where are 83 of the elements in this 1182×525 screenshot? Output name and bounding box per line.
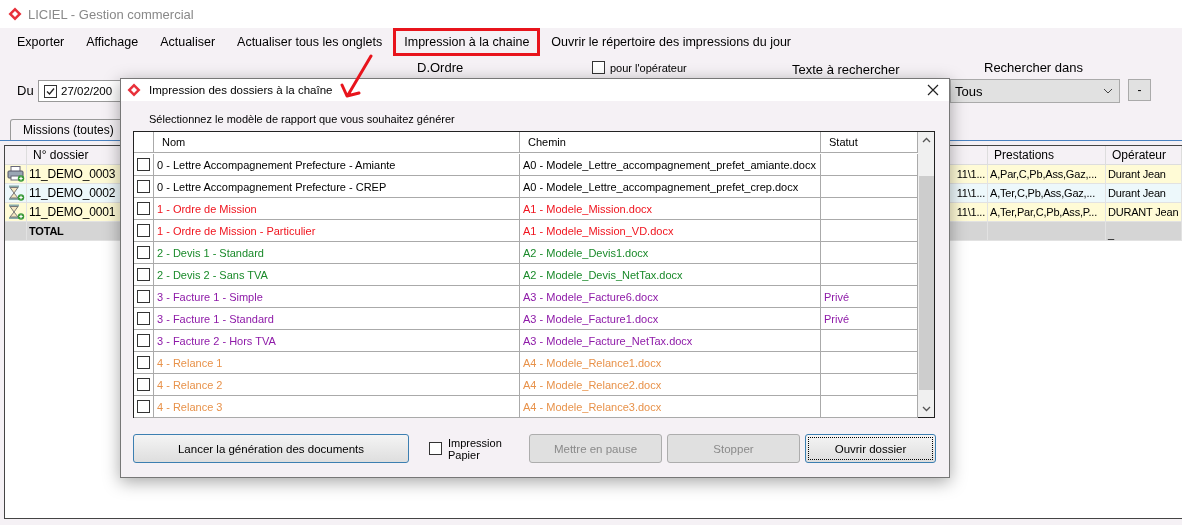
- checkbox[interactable]: [592, 61, 605, 74]
- row-checkbox[interactable]: [137, 180, 150, 193]
- scroll-up-icon[interactable]: [921, 137, 931, 143]
- table-cell: A,Par,C,Pb,Ass,Gaz,...: [988, 165, 1106, 184]
- app-logo-icon: [8, 7, 22, 21]
- menu-item[interactable]: Actualiser tous les onglets: [226, 27, 394, 56]
- column-header[interactable]: Nom: [154, 132, 520, 153]
- menu-item[interactable]: Affichage: [75, 27, 150, 56]
- order-date-label: D.Ordre: [417, 60, 464, 75]
- search-in-label: Rechercher dans: [984, 60, 1083, 75]
- row-checkbox[interactable]: [137, 378, 150, 391]
- table-cell: A3 - Modele_Facture1.docx: [520, 308, 821, 330]
- table-cell: A4 - Modele_Relance2.docx: [520, 374, 821, 396]
- table-cell: 11_DEMO_0003: [27, 165, 121, 184]
- table-cell: 4 - Relance 3: [154, 396, 520, 418]
- table-cell: A3 - Modele_Facture_NetTax.docx: [520, 330, 821, 352]
- table-cell: 3 - Facture 1 - Standard: [154, 308, 520, 330]
- table-cell: 0 - Lettre Accompagnement Prefecture - Amiante: [154, 154, 520, 176]
- table-cell: 2 - Devis 2 - Sans TVA: [154, 264, 520, 286]
- table-cell: A,Ter,C,Pb,Ass,Gaz,...: [988, 184, 1106, 203]
- row-checkbox[interactable]: [137, 202, 150, 215]
- clear-button[interactable]: -: [1128, 79, 1151, 101]
- column-header[interactable]: Chemin: [520, 132, 821, 153]
- table-cell: Durant Jean: [1106, 165, 1182, 184]
- row-checkbox[interactable]: [137, 400, 150, 413]
- table-cell: 11_DEMO_0001: [27, 203, 121, 222]
- table-cell: _: [1106, 222, 1182, 241]
- table-cell: A4 - Modele_Relance3.docx: [520, 396, 821, 418]
- menu-item[interactable]: Impression à la chaine: [393, 27, 541, 56]
- table-cell: A3 - Modele_Facture6.docx: [520, 286, 821, 308]
- scrollbar-thumb[interactable]: [918, 176, 934, 390]
- search-in-dropdown[interactable]: Tous: [950, 79, 1120, 103]
- date-checkbox[interactable]: [44, 84, 57, 98]
- table-cell: 11\1...: [950, 203, 988, 222]
- launch-button[interactable]: Lancer la génération des documents: [133, 434, 409, 463]
- row-checkbox[interactable]: [137, 290, 150, 303]
- total-label: TOTAL: [27, 222, 121, 241]
- table-cell: A4 - Modele_Relance1.docx: [520, 352, 821, 374]
- menu-item[interactable]: Actualiser: [149, 27, 227, 56]
- table-cell: A0 - Modele_Lettre_accompagnement_prefet_crep.docx: [520, 176, 821, 198]
- dialog-button[interactable]: Ouvrir dossier: [805, 434, 936, 463]
- paper-print-checkbox[interactable]: [429, 442, 442, 455]
- column-header[interactable]: N° dossier: [27, 146, 121, 165]
- table-cell: A2 - Modele_Devis_NetTax.docx: [520, 264, 821, 286]
- checkbox-label: pour l'opérateur: [610, 61, 687, 74]
- table-cell: 0 - Lettre Accompagnement Prefecture - CREP: [154, 176, 520, 198]
- row-checkbox[interactable]: [137, 158, 150, 171]
- table-cell: 1 - Ordre de Mission - Particulier: [154, 220, 520, 242]
- table-cell: 4 - Relance 1: [154, 352, 520, 374]
- column-header[interactable]: Opérateur: [1106, 146, 1182, 165]
- table-cell: Durant Jean: [1106, 184, 1182, 203]
- table-cell: DURANT Jean: [1106, 203, 1182, 222]
- scrollbar[interactable]: [918, 132, 934, 417]
- table-cell: A1 - Modele_Mission_VD.docx: [520, 220, 821, 242]
- table-cell: 3 - Facture 1 - Simple: [154, 286, 520, 308]
- table-cell: 2 - Devis 1 - Standard: [154, 242, 520, 264]
- row-checkbox[interactable]: [137, 268, 150, 281]
- chevron-down-icon: [1103, 88, 1113, 94]
- table-cell: 11\1...: [950, 184, 988, 203]
- date-label: Du: [17, 83, 34, 98]
- table-cell: 1 - Ordre de Mission: [154, 198, 520, 220]
- window-title: LICIEL - Gestion commercial: [28, 6, 194, 22]
- row-checkbox[interactable]: [137, 312, 150, 325]
- instruction-text: Sélectionnez le modèle de rapport que vous souhaitez générer: [149, 113, 456, 125]
- checkbox-label: Impression Papier: [448, 436, 500, 461]
- table-cell: 11\1...: [950, 165, 988, 184]
- menu-item[interactable]: Exporter: [6, 27, 76, 56]
- row-checkbox[interactable]: [137, 356, 150, 369]
- search-label: Texte à rechercher: [792, 62, 900, 77]
- table-cell: A,Ter,Par,C,Pb,Ass,P...: [988, 203, 1106, 222]
- menu-item[interactable]: Ouvrir le répertoire des impressions du jour: [540, 27, 803, 56]
- column-header[interactable]: Prestations: [988, 146, 1106, 165]
- table-cell: 4 - Relance 2: [154, 374, 520, 396]
- row-checkbox[interactable]: [137, 246, 150, 259]
- dialog-logo-icon: [127, 83, 141, 97]
- table-cell: 11_DEMO_0002: [27, 184, 121, 203]
- table-cell: 3 - Facture 2 - Hors TVA: [154, 330, 520, 352]
- row-checkbox[interactable]: [137, 224, 150, 237]
- row-checkbox[interactable]: [137, 334, 150, 347]
- table-cell: A1 - Modele_Mission.docx: [520, 198, 821, 220]
- table-cell: A0 - Modele_Lettre_accompagnement_prefet_amiante.docx: [520, 154, 821, 176]
- table-cell: A2 - Modele_Devis1.docx: [520, 242, 821, 264]
- scroll-down-icon[interactable]: [921, 406, 931, 412]
